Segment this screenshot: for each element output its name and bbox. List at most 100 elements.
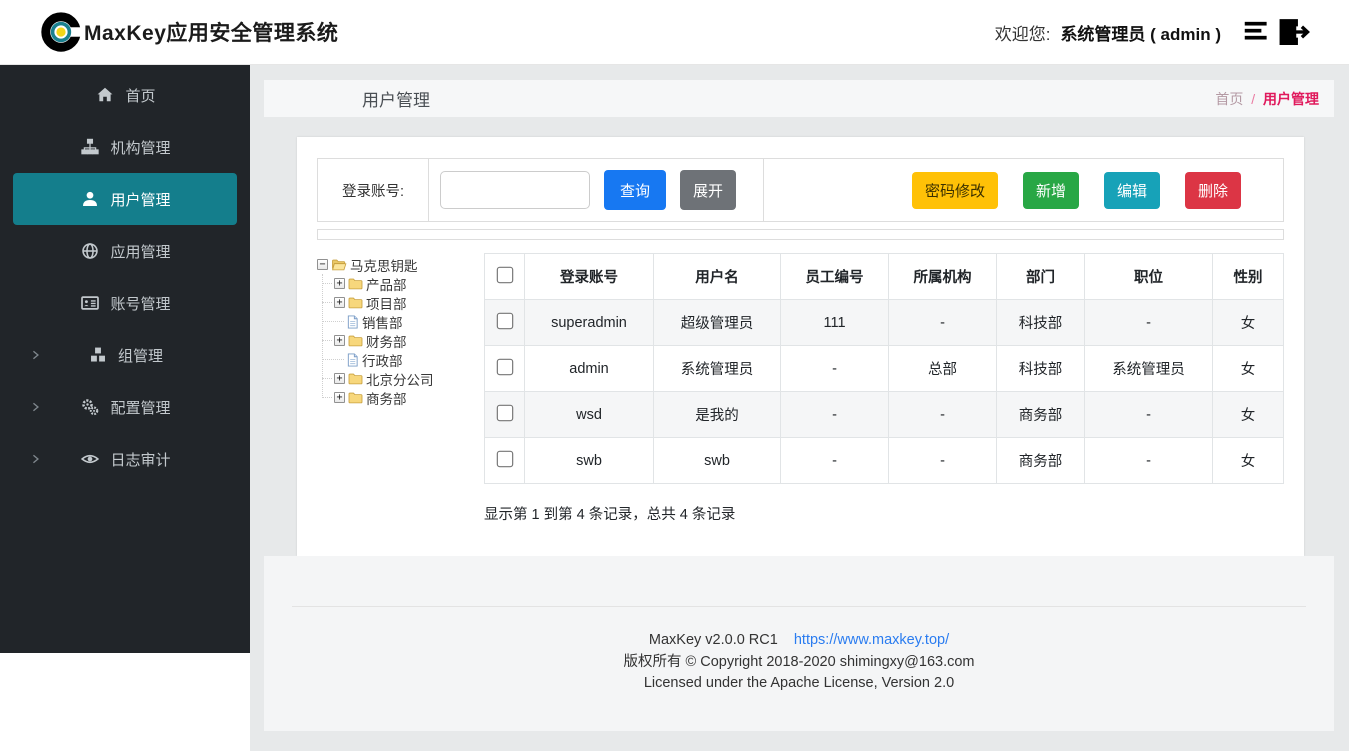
login-account-input[interactable]	[440, 171, 590, 209]
footer-panel: MaxKey v2.0.0 RC1 https://www.maxkey.top…	[264, 556, 1334, 731]
tree-node[interactable]: 行政部	[335, 350, 484, 369]
sidebar-item-home[interactable]: 首页	[13, 69, 237, 121]
tree-node[interactable]: + 北京分公司	[335, 369, 484, 388]
breadcrumb: 首页 / 用户管理	[1215, 89, 1319, 109]
column-header: 职位	[1085, 254, 1213, 300]
table-cell: swb	[654, 438, 781, 484]
row-checkbox[interactable]	[496, 312, 513, 329]
table-row[interactable]: admin系统管理员-总部科技部系统管理员女	[485, 346, 1284, 392]
app-title: MaxKey应用安全管理系统	[84, 17, 338, 47]
column-header: 用户名	[654, 254, 781, 300]
tree-node-label[interactable]: 行政部	[362, 349, 403, 370]
sidebar-item-config[interactable]: 配置管理	[13, 381, 237, 433]
eye-icon	[79, 450, 101, 468]
expand-node-icon[interactable]: +	[334, 392, 345, 403]
collapse-node-icon[interactable]: −	[317, 259, 328, 270]
sidebar-item-user[interactable]: 用户管理	[13, 173, 237, 225]
tree-connector	[322, 397, 332, 398]
query-button[interactable]: 查询	[604, 170, 666, 210]
globe-icon	[79, 242, 101, 260]
table-cell: admin	[525, 346, 654, 392]
sidebar-menu: 首页机构管理用户管理应用管理账号管理组管理配置管理日志审计	[0, 65, 250, 653]
sidebar-item-group[interactable]: 组管理	[13, 329, 237, 381]
tree-connector	[322, 321, 344, 322]
sidebar-item-app[interactable]: 应用管理	[13, 225, 237, 277]
tree-connector	[322, 340, 332, 341]
sidebar-item-label: 日志审计	[110, 449, 170, 470]
table-cell: -	[1085, 438, 1213, 484]
footer-link[interactable]: https://www.maxkey.top/	[794, 632, 949, 648]
table-cell: 女	[1213, 392, 1284, 438]
tree-node-label[interactable]: 产品部	[366, 273, 407, 294]
tree-node[interactable]: 销售部	[335, 312, 484, 331]
row-checkbox[interactable]	[496, 358, 513, 375]
current-user: 系统管理员 ( admin )	[1060, 20, 1221, 45]
tree-node-label[interactable]: 财务部	[366, 330, 407, 351]
tree-node[interactable]: + 财务部	[335, 331, 484, 350]
sidebar-item-label: 用户管理	[110, 189, 170, 210]
sidebar-item-org[interactable]: 机构管理	[13, 121, 237, 173]
expand-node-icon[interactable]: +	[334, 373, 345, 384]
table-cell: 科技部	[997, 346, 1085, 392]
expand-button[interactable]: 展开	[680, 170, 736, 210]
expand-node-icon[interactable]: +	[334, 297, 345, 308]
folder-icon	[348, 277, 363, 290]
table-cell: -	[1085, 392, 1213, 438]
tree-node-label[interactable]: 销售部	[362, 311, 403, 332]
logout-icon[interactable]	[1277, 17, 1311, 47]
folder-open-icon	[331, 258, 347, 271]
row-select-cell	[485, 300, 525, 346]
brand: MaxKey应用安全管理系统	[40, 11, 338, 53]
tree-node-label[interactable]: 商务部	[366, 387, 407, 408]
edit-button[interactable]: 编辑	[1104, 172, 1160, 209]
chevron-right-icon	[30, 453, 41, 465]
table-cell: 科技部	[997, 300, 1085, 346]
user-icon	[79, 190, 101, 208]
sidebar-item-account[interactable]: 账号管理	[13, 277, 237, 329]
row-select-cell	[485, 346, 525, 392]
record-summary: 显示第 1 到第 4 条记录，总共 4 条记录	[484, 503, 1284, 524]
breadcrumb-separator: /	[1251, 91, 1255, 107]
table-cell: 是我的	[654, 392, 781, 438]
row-checkbox[interactable]	[496, 404, 513, 421]
idcard-icon	[79, 294, 101, 312]
row-select-cell	[485, 392, 525, 438]
tree-node[interactable]: + 项目部	[335, 293, 484, 312]
table-cell: 超级管理员	[654, 300, 781, 346]
table-cell: 女	[1213, 300, 1284, 346]
table-cell: 111	[781, 300, 889, 346]
delete-button[interactable]: 删除	[1185, 172, 1241, 209]
folder-icon	[348, 391, 363, 404]
expand-node-icon[interactable]: +	[334, 278, 345, 289]
table-row[interactable]: superadmin超级管理员111-科技部-女	[485, 300, 1284, 346]
welcome-label: 欢迎您:	[995, 20, 1051, 45]
list-icon[interactable]	[1241, 18, 1273, 46]
footer-divider	[292, 606, 1306, 607]
select-all-checkbox[interactable]	[496, 266, 513, 283]
tree-node-label[interactable]: 项目部	[366, 292, 407, 313]
tree-node-label[interactable]: 马克思钥匙	[350, 254, 418, 275]
table-cell: superadmin	[525, 300, 654, 346]
cubes-icon	[87, 346, 109, 364]
home-icon	[94, 86, 116, 104]
table-cell: -	[781, 438, 889, 484]
expand-node-icon[interactable]: +	[334, 335, 345, 346]
row-checkbox[interactable]	[496, 450, 513, 467]
page-title: 用户管理	[362, 86, 430, 111]
folder-icon	[348, 296, 363, 309]
change-password-button[interactable]: 密码修改	[912, 172, 998, 209]
tree-node[interactable]: − 马克思钥匙	[317, 255, 484, 274]
tree-node[interactable]: + 商务部	[335, 388, 484, 407]
action-buttons: 密码修改新增编辑删除	[763, 159, 1283, 221]
tree-node[interactable]: + 产品部	[335, 274, 484, 293]
sitemap-icon	[79, 138, 101, 156]
users-table: 登录账号用户名员工编号所属机构部门职位性别superadmin超级管理员111-…	[484, 253, 1284, 484]
chevron-right-icon	[30, 349, 41, 361]
breadcrumb-home-link[interactable]: 首页	[1215, 91, 1243, 107]
tree-node-label[interactable]: 北京分公司	[366, 368, 434, 389]
sidebar-item-audit[interactable]: 日志审计	[13, 433, 237, 485]
table-row[interactable]: swbswb--商务部-女	[485, 438, 1284, 484]
page-title-bar: 用户管理 首页 / 用户管理	[264, 80, 1334, 117]
table-row[interactable]: wsd是我的--商务部-女	[485, 392, 1284, 438]
add-button[interactable]: 新增	[1023, 172, 1079, 209]
